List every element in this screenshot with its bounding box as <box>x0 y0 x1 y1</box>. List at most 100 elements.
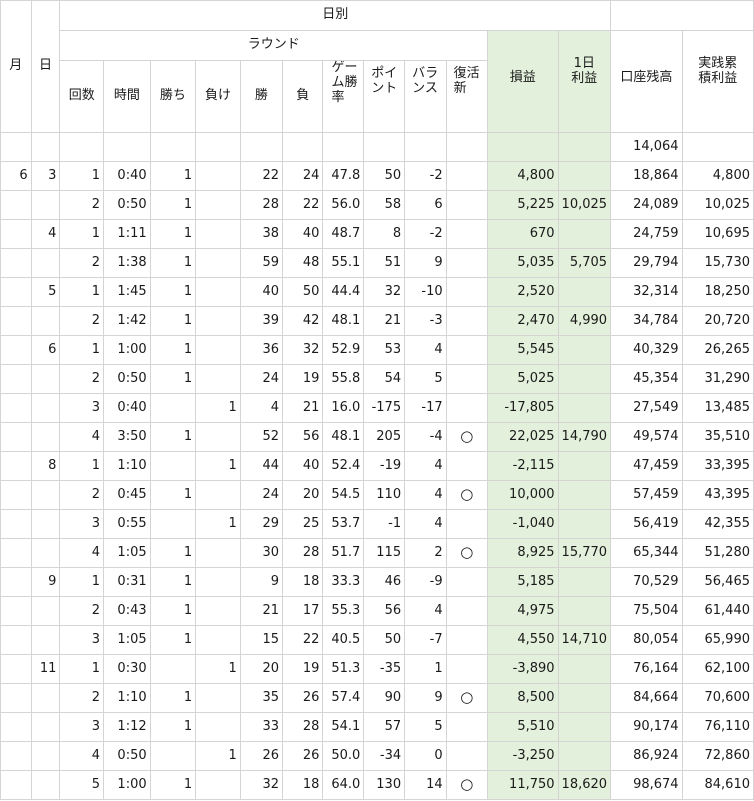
cell-balance[interactable]: -17 <box>404 393 447 423</box>
cell-pnl[interactable]: 5,225 <box>487 190 559 220</box>
header-win[interactable]: 勝ち <box>149 60 197 133</box>
cell-count[interactable]: 4 <box>59 538 105 568</box>
cell-day[interactable] <box>30 480 61 510</box>
cell-losses[interactable]: 22 <box>282 190 324 220</box>
cell-game-rate[interactable]: 50.0 <box>322 741 365 771</box>
cell-day-profit[interactable]: 14,790 <box>557 422 612 452</box>
cell-revival[interactable] <box>445 712 489 742</box>
cell-win[interactable] <box>149 451 197 481</box>
cell-losses[interactable]: 50 <box>282 277 324 307</box>
cell-point[interactable]: -34 <box>363 741 406 771</box>
header-revival[interactable]: 復活新 <box>445 60 489 133</box>
cell-revival[interactable] <box>445 393 489 423</box>
cell-cumulative-profit[interactable]: 51,280 <box>681 538 754 568</box>
header-day[interactable]: 日 <box>30 0 61 133</box>
cell-day[interactable] <box>30 683 61 713</box>
cell-balance[interactable]: -2 <box>404 161 447 191</box>
cell-time[interactable]: 0:50 <box>103 364 151 394</box>
cell-account-balance[interactable]: 80,054 <box>610 625 683 655</box>
cell-lose[interactable] <box>195 190 241 220</box>
cell-game-rate[interactable]: 48.1 <box>322 422 365 452</box>
cell-account-balance[interactable]: 34,784 <box>610 306 683 336</box>
cell-point[interactable]: 110 <box>363 480 406 510</box>
cell-lose[interactable] <box>195 480 241 510</box>
cell-losses[interactable]: 22 <box>282 625 324 655</box>
cell-month[interactable] <box>0 248 32 278</box>
cell-game-rate[interactable]: 55.8 <box>322 364 365 394</box>
cell-day[interactable]: 5 <box>30 277 61 307</box>
cell-count[interactable]: 3 <box>59 625 105 655</box>
cell-count[interactable]: 1 <box>59 161 105 191</box>
cell-month[interactable] <box>0 190 32 220</box>
cell-cumulative-profit[interactable]: 61,440 <box>681 596 754 626</box>
cell-time[interactable]: 0:55 <box>103 509 151 539</box>
cell-point[interactable]: 54 <box>363 364 406 394</box>
cell-point[interactable]: 8 <box>363 219 406 249</box>
cell-account-balance[interactable]: 32,314 <box>610 277 683 307</box>
cell-lose[interactable] <box>195 625 241 655</box>
cell-revival[interactable]: ○ <box>445 538 489 568</box>
cell-revival[interactable] <box>445 335 489 365</box>
cell-count[interactable]: 2 <box>59 190 105 220</box>
cell-account-balance[interactable]: 29,794 <box>610 248 683 278</box>
cell-account-balance[interactable]: 27,549 <box>610 393 683 423</box>
cell-account-balance[interactable]: 98,674 <box>610 770 683 800</box>
cell-day[interactable] <box>30 538 61 568</box>
cell-cumulative-profit[interactable]: 43,395 <box>681 480 754 510</box>
cell-win[interactable] <box>149 654 197 684</box>
cell-day[interactable] <box>30 509 61 539</box>
cell-day-profit[interactable] <box>557 596 612 626</box>
cell-balance[interactable]: 0 <box>404 741 447 771</box>
cell-lose[interactable] <box>195 596 241 626</box>
cell-count[interactable]: 1 <box>59 277 105 307</box>
cell-day[interactable] <box>30 770 61 800</box>
cell-day[interactable] <box>30 393 61 423</box>
cell-account-balance[interactable]: 47,459 <box>610 451 683 481</box>
cell-month[interactable] <box>0 741 32 771</box>
cell-balance[interactable]: -9 <box>404 567 447 597</box>
cell-wins[interactable]: 22 <box>239 161 284 191</box>
cell-revival[interactable] <box>445 364 489 394</box>
cell-win[interactable]: 1 <box>149 770 197 800</box>
cell-time[interactable]: 1:42 <box>103 306 151 336</box>
cell-cumulative-profit[interactable]: 72,860 <box>681 741 754 771</box>
cell-balance[interactable]: -3 <box>404 306 447 336</box>
cell-account-balance[interactable]: 70,529 <box>610 567 683 597</box>
cell-time[interactable]: 1:10 <box>103 683 151 713</box>
cell-point[interactable]: -1 <box>363 509 406 539</box>
cell-win[interactable]: 1 <box>149 480 197 510</box>
cell-day[interactable]: 4 <box>30 219 61 249</box>
cell-account-balance[interactable]: 40,329 <box>610 335 683 365</box>
cell-game-rate[interactable]: 51.3 <box>322 654 365 684</box>
cell-point[interactable]: 53 <box>363 335 406 365</box>
cell-losses[interactable]: 24 <box>282 161 324 191</box>
cell-month[interactable] <box>0 335 32 365</box>
header-month[interactable]: 月 <box>0 0 32 133</box>
cell-day[interactable] <box>30 422 61 452</box>
cell-pnl[interactable]: 2,520 <box>487 277 559 307</box>
cell-win[interactable]: 1 <box>149 683 197 713</box>
cell-balance[interactable]: -7 <box>404 625 447 655</box>
cell-wins[interactable]: 35 <box>239 683 284 713</box>
cell-month[interactable] <box>0 654 32 684</box>
cell-losses[interactable]: 21 <box>282 393 324 423</box>
cell-lose[interactable] <box>195 219 241 249</box>
cell-account-balance[interactable]: 65,344 <box>610 538 683 568</box>
header-lose[interactable]: 負け <box>195 60 241 133</box>
cell-balance[interactable]: 4 <box>404 596 447 626</box>
cell-cumulative-profit[interactable]: 84,610 <box>681 770 754 800</box>
initial-account-balance[interactable]: 14,064 <box>610 132 683 162</box>
cell-point[interactable]: 56 <box>363 596 406 626</box>
cell-win[interactable]: 1 <box>149 625 197 655</box>
cell-point[interactable]: -175 <box>363 393 406 423</box>
cell-revival[interactable] <box>445 509 489 539</box>
cell-time[interactable]: 1:05 <box>103 625 151 655</box>
cell-game-rate[interactable]: 54.5 <box>322 480 365 510</box>
cell-win[interactable]: 1 <box>149 277 197 307</box>
header-balance[interactable]: バランス <box>404 60 447 133</box>
cell-cumulative-profit[interactable]: 15,730 <box>681 248 754 278</box>
header-time[interactable]: 時間 <box>103 60 151 133</box>
cell-win[interactable]: 1 <box>149 596 197 626</box>
header-game-rate[interactable]: ゲーム勝率 <box>322 60 365 133</box>
cell-wins[interactable]: 59 <box>239 248 284 278</box>
